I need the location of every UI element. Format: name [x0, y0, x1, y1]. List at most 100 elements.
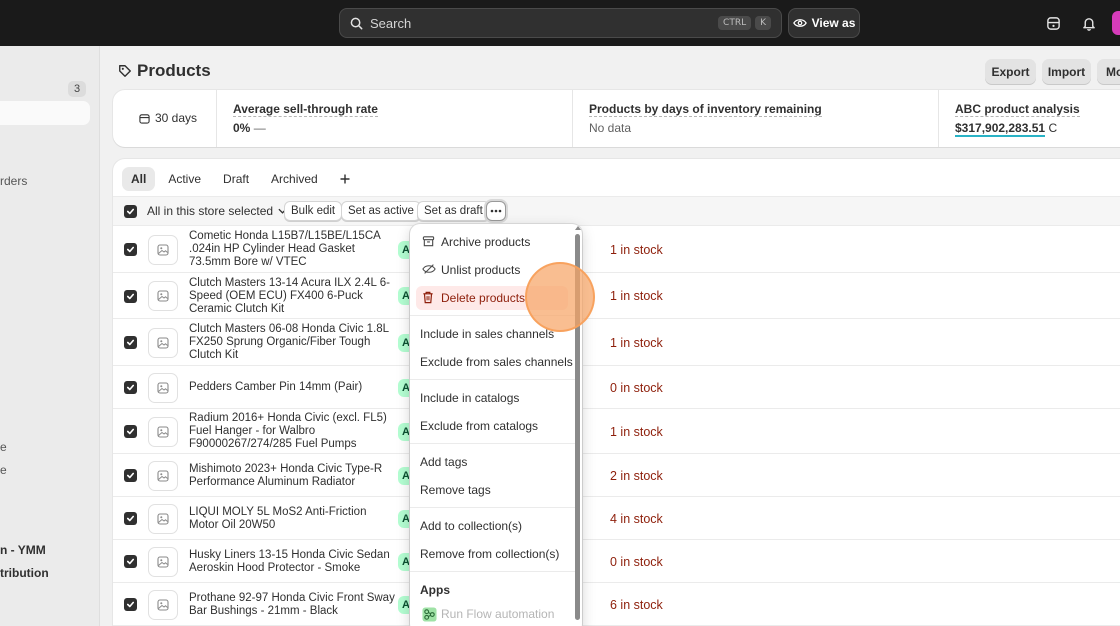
flow-app-icon: [422, 607, 437, 622]
product-name[interactable]: Clutch Masters 06-08 Honda Civic 1.8L FX…: [189, 323, 395, 362]
menu-item-unlist-label: Unlist products: [441, 263, 521, 277]
tab-active[interactable]: Active: [159, 167, 210, 191]
inventory-count: 0 in stock: [610, 554, 663, 569]
product-thumbnail[interactable]: [148, 503, 178, 534]
export-button[interactable]: Export: [985, 59, 1036, 85]
table-row[interactable]: Clutch Masters 06-08 Honda Civic 1.8L FX…: [113, 319, 1120, 366]
inventory-days-metric[interactable]: Products by days of inventory remaining …: [572, 90, 939, 147]
menu-scroll-up-icon[interactable]: [575, 226, 581, 230]
row-checkbox[interactable]: [124, 598, 137, 611]
select-all-checkbox[interactable]: [124, 205, 137, 218]
row-checkbox[interactable]: [124, 381, 137, 394]
menu-item-exclude-channels[interactable]: Exclude from sales channels: [416, 350, 573, 374]
date-range-button[interactable]: 30 days: [139, 111, 197, 125]
menu-item-add-tags[interactable]: Add tags: [416, 450, 568, 474]
sell-through-metric[interactable]: Average sell-through rate 0% —: [216, 90, 573, 147]
inventory-count: 2 in stock: [610, 468, 663, 483]
menu-item-include-catalogs[interactable]: Include in catalogs: [416, 386, 568, 410]
product-thumbnail[interactable]: [148, 546, 178, 577]
row-checkbox[interactable]: [124, 289, 137, 303]
more-bulk-actions-button[interactable]: [486, 201, 506, 221]
eye-icon: [792, 19, 807, 27]
menu-section-apps: Apps: [420, 583, 450, 597]
inventory-count: 1 in stock: [610, 424, 663, 439]
product-thumbnail[interactable]: [148, 234, 178, 265]
row-checkbox[interactable]: [124, 243, 137, 256]
sidebar-item-active[interactable]: [0, 101, 90, 125]
product-name[interactable]: LIQUI MOLY 5L MoS2 Anti-Friction Motor O…: [189, 506, 395, 532]
view-as-button[interactable]: View as: [788, 8, 860, 38]
product-name[interactable]: Mishimoto 2023+ Honda Civic Type-R Perfo…: [189, 463, 395, 489]
table-row[interactable]: Prothane 92-97 Honda Civic Front Sway Ba…: [113, 583, 1120, 626]
sidebar-item-fragment-2[interactable]: e: [0, 463, 7, 477]
store-icon[interactable]: [1043, 13, 1063, 33]
menu-item-remove-tags[interactable]: Remove tags: [416, 478, 568, 502]
selection-scope-dropdown[interactable]: All in this store selected: [147, 204, 287, 218]
row-checkbox[interactable]: [124, 469, 137, 482]
tab-draft[interactable]: Draft: [214, 167, 258, 191]
product-name[interactable]: Pedders Camber Pin 14mm (Pair): [189, 381, 395, 394]
product-thumbnail[interactable]: [148, 281, 178, 311]
table-row[interactable]: LIQUI MOLY 5L MoS2 Anti-Friction Motor O…: [113, 497, 1120, 540]
set-draft-button[interactable]: Set as draft: [417, 201, 490, 221]
sell-through-value: 0% —: [233, 121, 266, 135]
more-actions-button[interactable]: Mo: [1097, 59, 1120, 85]
product-name[interactable]: Husky Liners 13-15 Honda Civic Sedan Aer…: [189, 549, 395, 575]
sidebar: 3 rders e e n - YMM tribution: [0, 46, 100, 626]
tag-icon: [119, 65, 131, 77]
menu-item-remove-collection[interactable]: Remove from collection(s): [416, 542, 568, 566]
view-as-label: View as: [811, 16, 856, 30]
bell-icon[interactable]: [1079, 13, 1099, 33]
menu-item-delete-label: Delete products: [441, 291, 526, 305]
row-checkbox[interactable]: [124, 512, 137, 525]
product-thumbnail[interactable]: [148, 416, 178, 447]
inventory-count: 1 in stock: [610, 242, 663, 257]
menu-item-run-flow[interactable]: Run Flow automation: [416, 602, 568, 626]
table-row[interactable]: Clutch Masters 13-14 Acura ILX 2.4L 6-Sp…: [113, 273, 1120, 319]
search-bar[interactable]: Search CTRL K: [339, 8, 782, 38]
table-row[interactable]: Radium 2016+ Honda Civic (excl. FL5) Fue…: [113, 409, 1120, 454]
tab-all[interactable]: All: [122, 167, 156, 191]
table-row[interactable]: Cometic Honda L15B7/L15BE/L15CA .024in H…: [113, 226, 1120, 273]
product-name[interactable]: Prothane 92-97 Honda Civic Front Sway Ba…: [189, 592, 395, 618]
menu-scrollbar[interactable]: [575, 234, 580, 620]
menu-item-delete[interactable]: Delete products: [416, 286, 568, 310]
menu-separator: [410, 443, 575, 444]
product-name[interactable]: Cometic Honda L15B7/L15BE/L15CA .024in H…: [189, 230, 395, 269]
check-icon: [126, 472, 135, 479]
page-title: Products: [118, 61, 211, 81]
menu-item-include-channels[interactable]: Include in sales channels: [416, 322, 568, 346]
ellipsis-icon: [490, 209, 502, 213]
menu-item-unlist[interactable]: Unlist products: [416, 258, 568, 282]
product-thumbnail[interactable]: [148, 372, 178, 403]
set-active-button[interactable]: Set as active: [341, 201, 421, 221]
sidebar-item-ymm[interactable]: n - YMM: [0, 543, 46, 557]
abc-value: $317,902,283.51: [955, 121, 1046, 137]
table-row[interactable]: Mishimoto 2023+ Honda Civic Type-R Perfo…: [113, 454, 1120, 497]
tab-archived[interactable]: Archived: [262, 167, 327, 191]
search-icon: [350, 17, 363, 29]
product-thumbnail[interactable]: [148, 589, 178, 620]
bulk-edit-button[interactable]: Bulk edit: [284, 201, 343, 221]
sidebar-item-orders[interactable]: rders: [0, 174, 27, 188]
menu-item-add-collection[interactable]: Add to collection(s): [416, 514, 568, 538]
row-checkbox[interactable]: [124, 425, 137, 438]
import-button[interactable]: Import: [1042, 59, 1091, 85]
product-thumbnail[interactable]: [148, 327, 178, 358]
table-row[interactable]: Husky Liners 13-15 Honda Civic Sedan Aer…: [113, 540, 1120, 583]
product-name[interactable]: Clutch Masters 13-14 Acura ILX 2.4L 6-Sp…: [189, 277, 395, 316]
add-view-button[interactable]: [331, 167, 359, 191]
row-checkbox[interactable]: [124, 336, 137, 349]
product-thumbnail[interactable]: [148, 460, 178, 491]
avatar[interactable]: [1112, 11, 1120, 35]
menu-item-archive[interactable]: Archive products: [416, 230, 568, 254]
inventory-count: 4 in stock: [610, 511, 663, 526]
row-checkbox[interactable]: [124, 555, 137, 568]
product-name[interactable]: Radium 2016+ Honda Civic (excl. FL5) Fue…: [189, 412, 395, 451]
abc-analysis-metric[interactable]: ABC product analysis $317,902,283.51 C: [938, 90, 1120, 147]
table-row[interactable]: Pedders Camber Pin 14mm (Pair) A 0 in stoc…: [113, 366, 1120, 409]
sidebar-item-distribution[interactable]: tribution: [0, 566, 49, 580]
sidebar-item-fragment-1[interactable]: e: [0, 440, 7, 454]
menu-item-exclude-catalogs[interactable]: Exclude from catalogs: [416, 414, 568, 438]
inventory-count: 1 in stock: [610, 289, 663, 303]
